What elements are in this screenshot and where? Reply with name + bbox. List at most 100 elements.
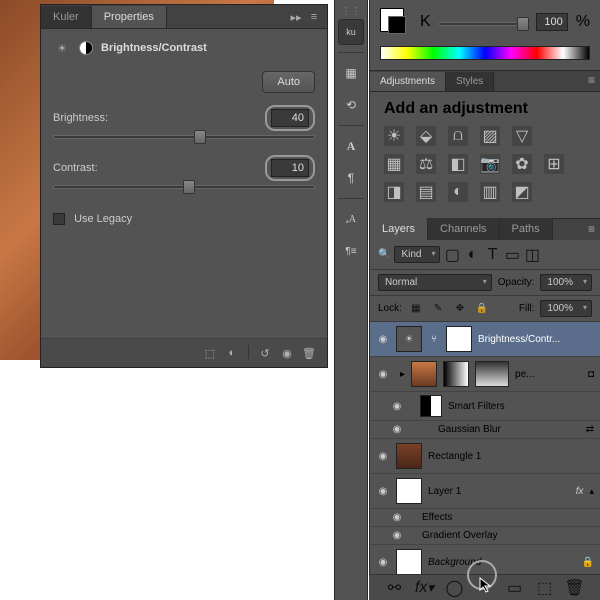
tab-adjustments[interactable]: Adjustments [370,72,446,91]
fx-button-icon[interactable]: fx▾ [417,580,433,596]
layers-menu-icon[interactable]: ≡ [584,218,600,240]
layer-layer1[interactable]: ◉ Layer 1 fx ▴ [370,474,600,509]
mask-thumb[interactable] [446,326,472,352]
tab-layers[interactable]: Layers [370,218,428,240]
use-legacy-checkbox[interactable] [53,213,65,225]
group-icon[interactable]: ▭ [507,580,523,596]
gradient-overlay-row[interactable]: ◉ Gradient Overlay [370,527,600,545]
layer-brightness-contrast[interactable]: ◉ ☀ ⑂ Brightness/Contr... [370,322,600,357]
adj-mixer-icon[interactable]: ✿ [512,154,532,174]
view-previous-icon[interactable]: ◐ [224,345,240,361]
collapse-icon[interactable]: ▸▸ [289,10,303,24]
adj-lut-icon[interactable]: ⊞ [544,154,564,174]
adj-balance-icon[interactable]: ⚖ [416,154,436,174]
contrast-thumb[interactable] [183,180,195,194]
k-slider[interactable] [439,22,528,26]
panel-menu-icon[interactable]: ≡ [307,10,321,24]
adj-levels-icon[interactable]: ⬙ [416,126,436,146]
reset-icon[interactable]: ↺ [257,345,273,361]
lock-pos-icon[interactable]: ✥ [452,301,468,317]
blend-mode-dropdown[interactable]: Normal [378,274,492,291]
adj-hue-icon[interactable]: ▦ [384,154,404,174]
layers-list: ◉ ☀ ⑂ Brightness/Contr... ◉ ▸ pe... ◘ ◉ … [370,322,600,580]
tab-kuler[interactable]: Kuler [41,6,92,28]
fx-label[interactable]: fx [576,486,584,497]
eye-icon[interactable]: ◉ [376,557,390,568]
adj-poster-icon[interactable]: ▤ [416,182,436,202]
lock-pixel-icon[interactable]: ✎ [430,301,446,317]
filter-smart-icon[interactable]: ◫ [524,247,540,263]
brightness-input[interactable] [271,109,309,127]
adj-curves-icon[interactable]: ⩍ [448,126,468,146]
gaussian-blur-row[interactable]: ◉ Gaussian Blur ⇄ [370,421,600,439]
contrast-slider[interactable] [53,185,315,189]
adj-vibrance-icon[interactable]: ▽ [512,126,532,146]
tab-properties[interactable]: Properties [92,6,167,28]
brightness-slider[interactable] [53,135,315,139]
histogram-icon[interactable]: ▦ [338,60,364,86]
lock-trans-icon[interactable]: ▦ [408,301,424,317]
contrast-input[interactable] [271,159,309,177]
adjustments-menu-icon[interactable]: ≡ [584,69,600,91]
adj-invert-icon[interactable]: ◨ [384,182,404,202]
kuler-icon[interactable]: ku [338,19,364,45]
background-swatch[interactable] [388,16,406,34]
eye-icon[interactable]: ◉ [390,530,404,541]
filter-type-icon[interactable]: T [484,247,500,263]
mask-button-icon[interactable]: ◯ [447,580,463,596]
trash-icon[interactable]: 🗑 [301,345,317,361]
filter-mask-thumb[interactable] [420,395,442,417]
tab-styles[interactable]: Styles [446,72,494,91]
link-layers-icon[interactable]: ⚯ [387,580,403,596]
eye-icon[interactable]: ◉ [376,334,390,345]
history-icon[interactable]: ⟲ [338,92,364,118]
eye-icon[interactable]: ◉ [376,369,390,380]
tab-paths[interactable]: Paths [500,218,553,240]
kind-dropdown[interactable]: Kind [394,246,440,263]
brightness-thumb[interactable] [194,130,206,144]
adj-photo-icon[interactable]: 📷 [480,154,500,174]
char-styles-icon[interactable]: ₐA [338,206,364,232]
brightness-label: Brightness: [53,112,108,124]
eye-icon[interactable]: ◉ [376,451,390,462]
visibility-icon[interactable]: ◉ [279,345,295,361]
eye-icon[interactable]: ◉ [376,486,390,497]
fx-collapse-icon[interactable]: ▴ [589,486,594,497]
cursor-icon [479,577,495,593]
clip-icon[interactable]: ⬚ [202,345,218,361]
tab-channels[interactable]: Channels [428,218,499,240]
filter-shape-icon[interactable]: ▭ [504,247,520,263]
filter-adjust-icon[interactable]: ◐ [464,247,480,263]
fill-dropdown[interactable]: 100% [540,300,592,317]
paragraph-icon[interactable]: ¶ [338,165,364,191]
trash-icon[interactable]: 🗑 [567,580,583,596]
effects-row[interactable]: ◉ Effects [370,509,600,527]
eye-icon[interactable]: ◉ [390,512,404,523]
character-icon[interactable]: A [338,133,364,159]
auto-button[interactable]: Auto [262,71,315,93]
filter-settings-icon[interactable]: ⇄ [586,424,594,435]
eye-icon[interactable]: ◉ [390,401,404,412]
color-spectrum[interactable] [380,46,590,60]
adj-bw-icon[interactable]: ◧ [448,154,468,174]
adj-gradient-icon[interactable]: ▥ [480,182,500,202]
smart-filters-row[interactable]: ◉ Smart Filters [370,392,600,421]
opacity-dropdown[interactable]: 100% [540,274,592,291]
adj-brightness-icon[interactable]: ☀ [384,126,404,146]
mask-thumb[interactable] [443,361,469,387]
new-layer-icon[interactable]: ⬚ [537,580,553,596]
k-input[interactable] [536,13,568,31]
para-styles-icon[interactable]: ¶≡ [338,238,364,264]
layer-person[interactable]: ◉ ▸ pe... ◘ [370,357,600,392]
eye-icon[interactable]: ◉ [390,424,404,435]
filter-image-icon[interactable]: ▢ [444,247,460,263]
add-adjustment-label: Add an adjustment [384,100,586,118]
adj-selective-icon[interactable]: ◩ [512,182,532,202]
layer-rectangle1[interactable]: ◉ Rectangle 1 [370,439,600,474]
adj-exposure-icon[interactable]: ▨ [480,126,500,146]
lock-all-icon[interactable]: 🔒 [474,301,490,317]
dock-grip[interactable]: ⋮⋮ [341,6,361,16]
adj-threshold-icon[interactable]: ◐ [448,182,468,202]
vertical-dock: ⋮⋮ ku ▦ ⟲ A ¶ ₐA ¶≡ [334,0,368,600]
k-thumb[interactable] [517,17,529,31]
